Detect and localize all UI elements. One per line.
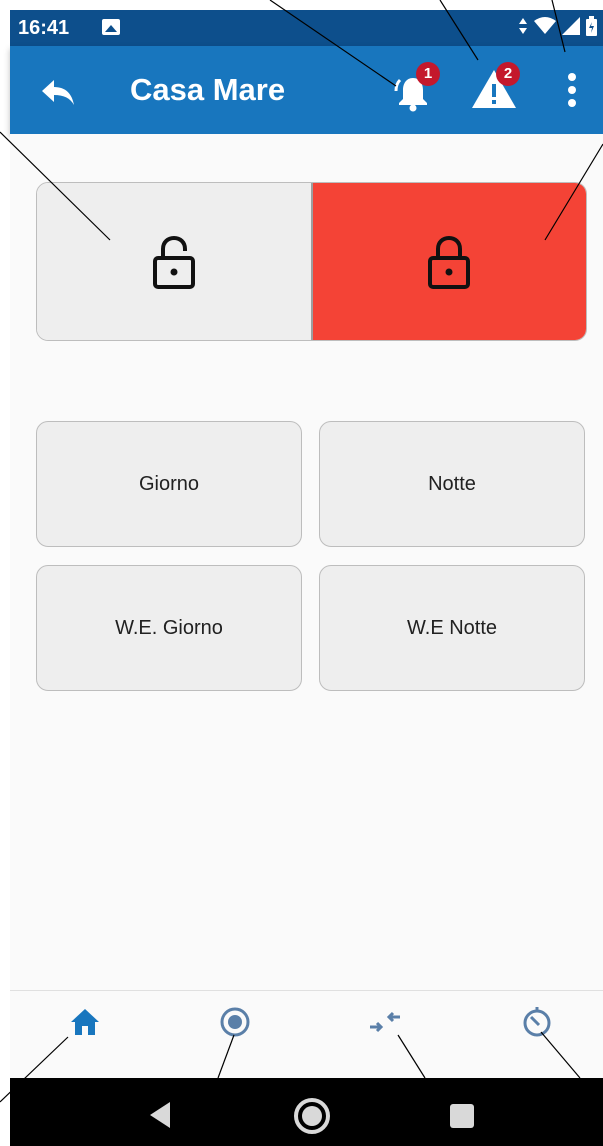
- compare-arrows-icon[interactable]: [368, 1005, 402, 1039]
- wifi-icon: [534, 17, 556, 34]
- status-bar: 16:41: [10, 10, 603, 46]
- status-time: 16:41: [18, 17, 70, 39]
- notifications-badge: 1: [416, 62, 440, 86]
- lock-open-icon: [152, 235, 195, 289]
- page-title: Casa Mare: [130, 72, 286, 107]
- mode-button-we-giorno[interactable]: W.E. Giorno: [36, 565, 302, 691]
- home-circle-icon[interactable]: [292, 1096, 332, 1136]
- notifications-button[interactable]: 1: [388, 62, 440, 116]
- system-status-icons: [518, 16, 597, 36]
- recents-square-icon[interactable]: [448, 1102, 476, 1130]
- data-arrows-icon: [519, 18, 527, 34]
- lock-button[interactable]: [312, 183, 586, 340]
- lock-closed-icon: [428, 235, 471, 289]
- warnings-badge: 2: [496, 62, 520, 86]
- back-arrow-icon[interactable]: [38, 72, 78, 112]
- more-vert-icon[interactable]: [562, 70, 582, 110]
- app-bar: Casa Mare 1 2: [10, 46, 603, 134]
- mode-button-notte[interactable]: Notte: [319, 421, 585, 547]
- bottom-navigation: [10, 990, 603, 1079]
- system-navigation-bar: [10, 1078, 603, 1146]
- warnings-button[interactable]: 2: [468, 62, 524, 114]
- timer-icon[interactable]: [520, 1005, 554, 1039]
- back-triangle-icon[interactable]: [146, 1100, 174, 1130]
- lock-toggle: [36, 182, 587, 341]
- radio-button-icon[interactable]: [218, 1005, 252, 1039]
- unlock-button[interactable]: [37, 183, 313, 340]
- mode-button-we-notte[interactable]: W.E Notte: [319, 565, 585, 691]
- signal-icon: [562, 17, 580, 35]
- battery-icon: [586, 16, 597, 36]
- mode-button-giorno[interactable]: Giorno: [36, 421, 302, 547]
- image-notification-icon: [102, 19, 120, 35]
- home-icon[interactable]: [68, 1005, 102, 1039]
